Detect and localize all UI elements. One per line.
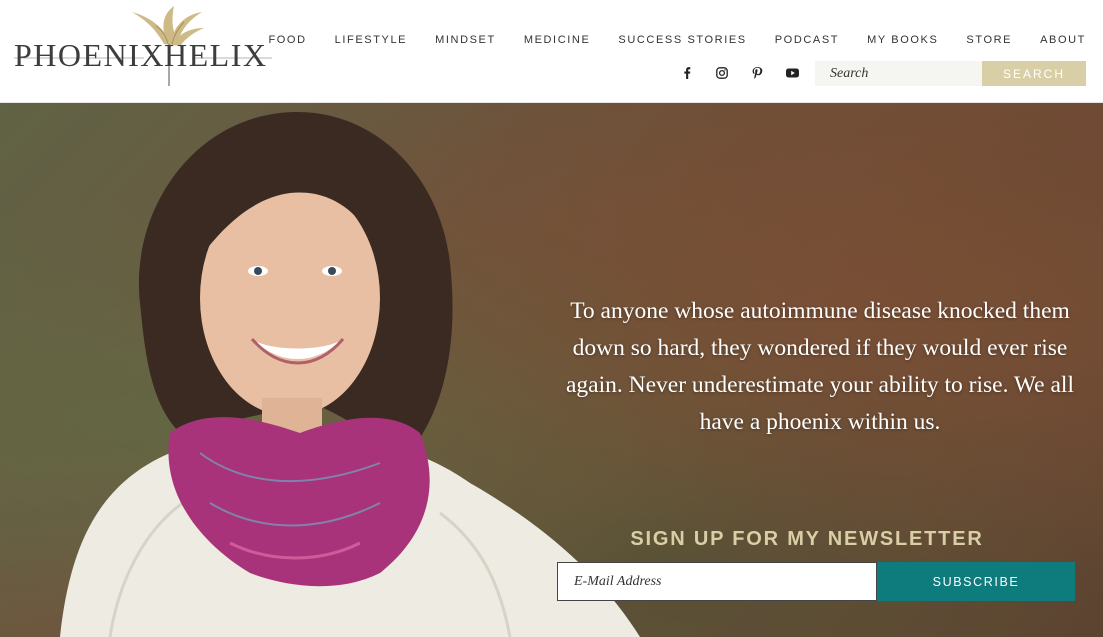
- nav-item-about[interactable]: ABOUT: [1040, 34, 1086, 46]
- hero-quote: To anyone whose autoimmune disease knock…: [566, 298, 1074, 435]
- search-form: SEARCH: [815, 61, 1086, 86]
- nav-item-food[interactable]: FOOD: [268, 34, 306, 46]
- nav-item-podcast[interactable]: PODCAST: [775, 34, 839, 46]
- nav-item-lifestyle[interactable]: LIFESTYLE: [335, 34, 407, 46]
- nav-item-mindset[interactable]: MINDSET: [435, 34, 496, 46]
- site-header: PHOENIX HELIX FOOD LIFESTYLE MINDSET MED…: [0, 0, 1103, 103]
- main-nav: FOOD LIFESTYLE MINDSET MEDICINE SUCCESS …: [240, 34, 1086, 46]
- nav-item-success-stories[interactable]: SUCCESS STORIES: [618, 34, 746, 46]
- newsletter-title: SIGN UP FOR MY NEWSLETTER: [630, 528, 984, 550]
- nav-item-my-books[interactable]: MY BOOKS: [867, 34, 938, 46]
- newsletter-form: SUBSCRIBE: [557, 562, 1075, 602]
- youtube-icon[interactable]: [785, 66, 799, 80]
- search-button[interactable]: SEARCH: [982, 61, 1086, 86]
- nav-item-store[interactable]: STORE: [966, 34, 1012, 46]
- logo-text-left: PHOENIX: [14, 37, 165, 73]
- facebook-icon[interactable]: [680, 66, 694, 80]
- pinterest-icon[interactable]: [750, 66, 764, 80]
- instagram-icon[interactable]: [715, 66, 729, 80]
- site-logo[interactable]: PHOENIX HELIX: [14, 4, 272, 88]
- social-links: [680, 66, 820, 80]
- hero-section: To anyone whose autoimmune disease knock…: [0, 103, 1103, 637]
- email-field[interactable]: [557, 562, 877, 601]
- subscribe-button[interactable]: SUBSCRIBE: [877, 562, 1075, 601]
- search-input[interactable]: [815, 61, 982, 86]
- nav-item-medicine[interactable]: MEDICINE: [524, 34, 591, 46]
